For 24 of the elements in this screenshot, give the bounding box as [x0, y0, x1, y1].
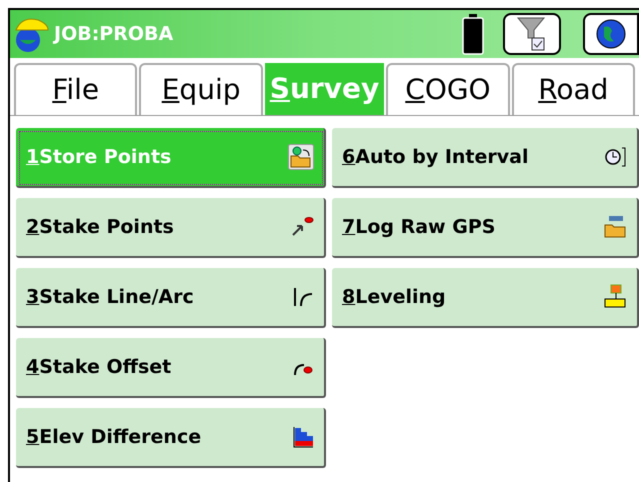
battery-icon: [461, 13, 485, 55]
menu-tab[interactable]: File: [14, 63, 138, 115]
menu-tab[interactable]: Equip: [139, 63, 263, 115]
menu-tab[interactable]: Road: [512, 63, 636, 115]
line-arc-icon: [292, 286, 314, 308]
globe-icon: [596, 19, 626, 49]
funnel-checkbox-icon: [516, 16, 548, 52]
window-title: JOB:PROBA: [54, 22, 174, 47]
menu-button[interactable]: 8Leveling: [332, 268, 639, 328]
filter-button[interactable]: [503, 13, 561, 55]
globe-button[interactable]: [583, 13, 639, 55]
clock-icon: [603, 146, 627, 168]
menu-button[interactable]: 2Stake Points: [16, 198, 326, 258]
menu-button[interactable]: 5Elev Difference: [16, 408, 326, 468]
menu-button[interactable]: 3Stake Line/Arc: [16, 268, 326, 328]
menu-tab[interactable]: COGO: [386, 63, 510, 115]
folder-icon: [288, 144, 314, 170]
elevation-chart-icon: [292, 425, 314, 449]
arrow-point-icon: [290, 216, 314, 238]
level-instrument-icon: [603, 284, 627, 310]
menu-button[interactable]: 7Log Raw GPS: [332, 198, 639, 258]
menu-button[interactable]: 4Stake Offset: [16, 338, 326, 398]
menu-button[interactable]: 6Auto by Interval: [332, 128, 639, 188]
folder-icon: [603, 215, 627, 239]
